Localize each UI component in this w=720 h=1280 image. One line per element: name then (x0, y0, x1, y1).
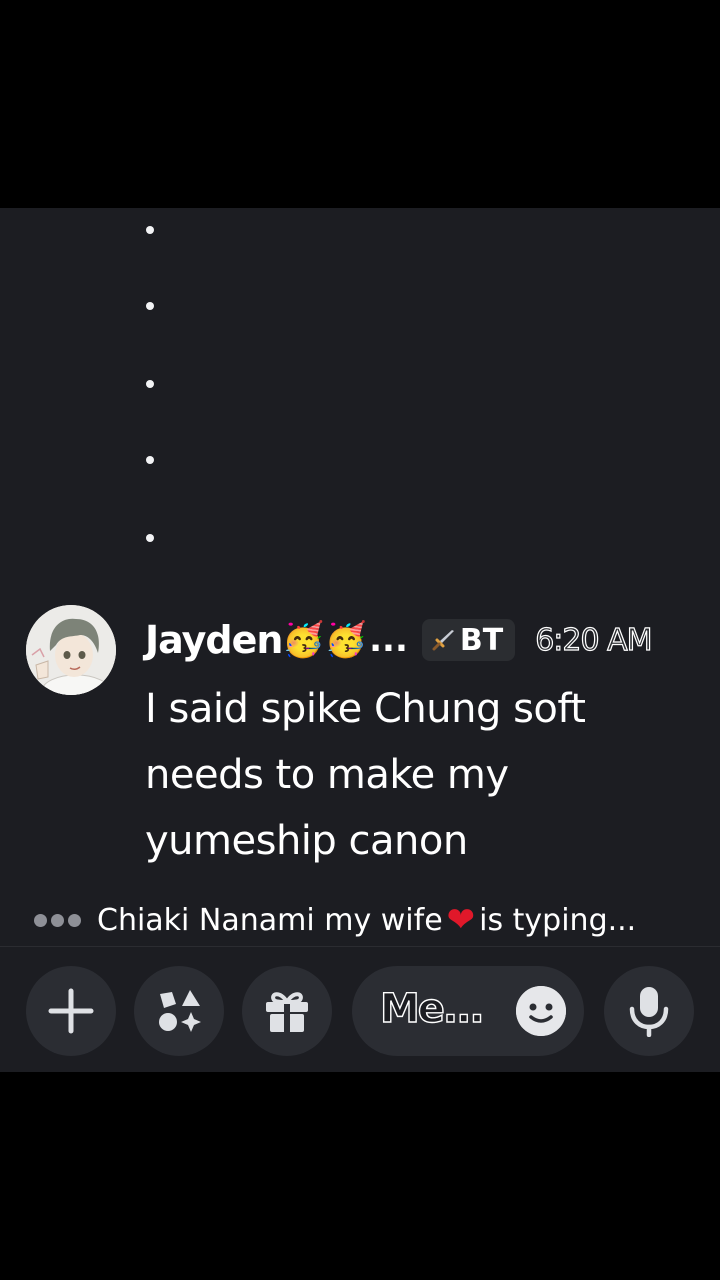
typing-dots-icon (34, 913, 81, 927)
spacer-dot (146, 302, 154, 310)
microphone-icon (629, 987, 669, 1037)
emoji-button[interactable] (516, 986, 566, 1036)
avatar-image (26, 605, 116, 695)
gift-button[interactable] (242, 966, 332, 1056)
sword-icon (432, 630, 454, 651)
heart-emoji: ❤ (446, 900, 476, 940)
typing-user: Chiaki Nanami my wife (97, 902, 443, 938)
apps-button[interactable] (134, 966, 224, 1056)
typing-status: is typing... (479, 902, 637, 938)
typing-indicator: Chiaki Nanami my wife ❤ is typing... (34, 897, 636, 943)
emoji-icon (516, 986, 566, 1036)
spacer-dot (146, 456, 154, 464)
letterbox-top (0, 0, 720, 208)
username-ellipsis: ... (369, 620, 408, 660)
message-header: Jayden 🥳 🥳 ... BT 6:20 AM (145, 614, 654, 666)
party-face-emoji: 🥳 (282, 620, 325, 660)
apps-icon (159, 990, 201, 1032)
spacer-dot (146, 226, 154, 234)
spacer-dot (146, 534, 154, 542)
voice-button[interactable] (604, 966, 694, 1056)
username[interactable]: Jayden (145, 618, 283, 662)
spacer-dot (146, 380, 154, 388)
server-tag[interactable]: BT (421, 619, 516, 661)
add-button[interactable] (26, 966, 116, 1056)
plus-icon (48, 988, 94, 1034)
message-input-placeholder: Me... (379, 985, 485, 1032)
party-face-emoji: 🥳 (324, 620, 368, 660)
gift-icon (266, 992, 308, 1032)
message-input[interactable]: Me... (352, 966, 584, 1056)
avatar[interactable] (26, 605, 116, 695)
divider (0, 946, 720, 947)
message-text: I said spike Chung soft needs to make my… (145, 686, 586, 864)
server-tag-label: BT (459, 622, 504, 658)
letterbox-bottom (0, 1072, 720, 1280)
timestamp: 6:20 AM (535, 622, 654, 658)
